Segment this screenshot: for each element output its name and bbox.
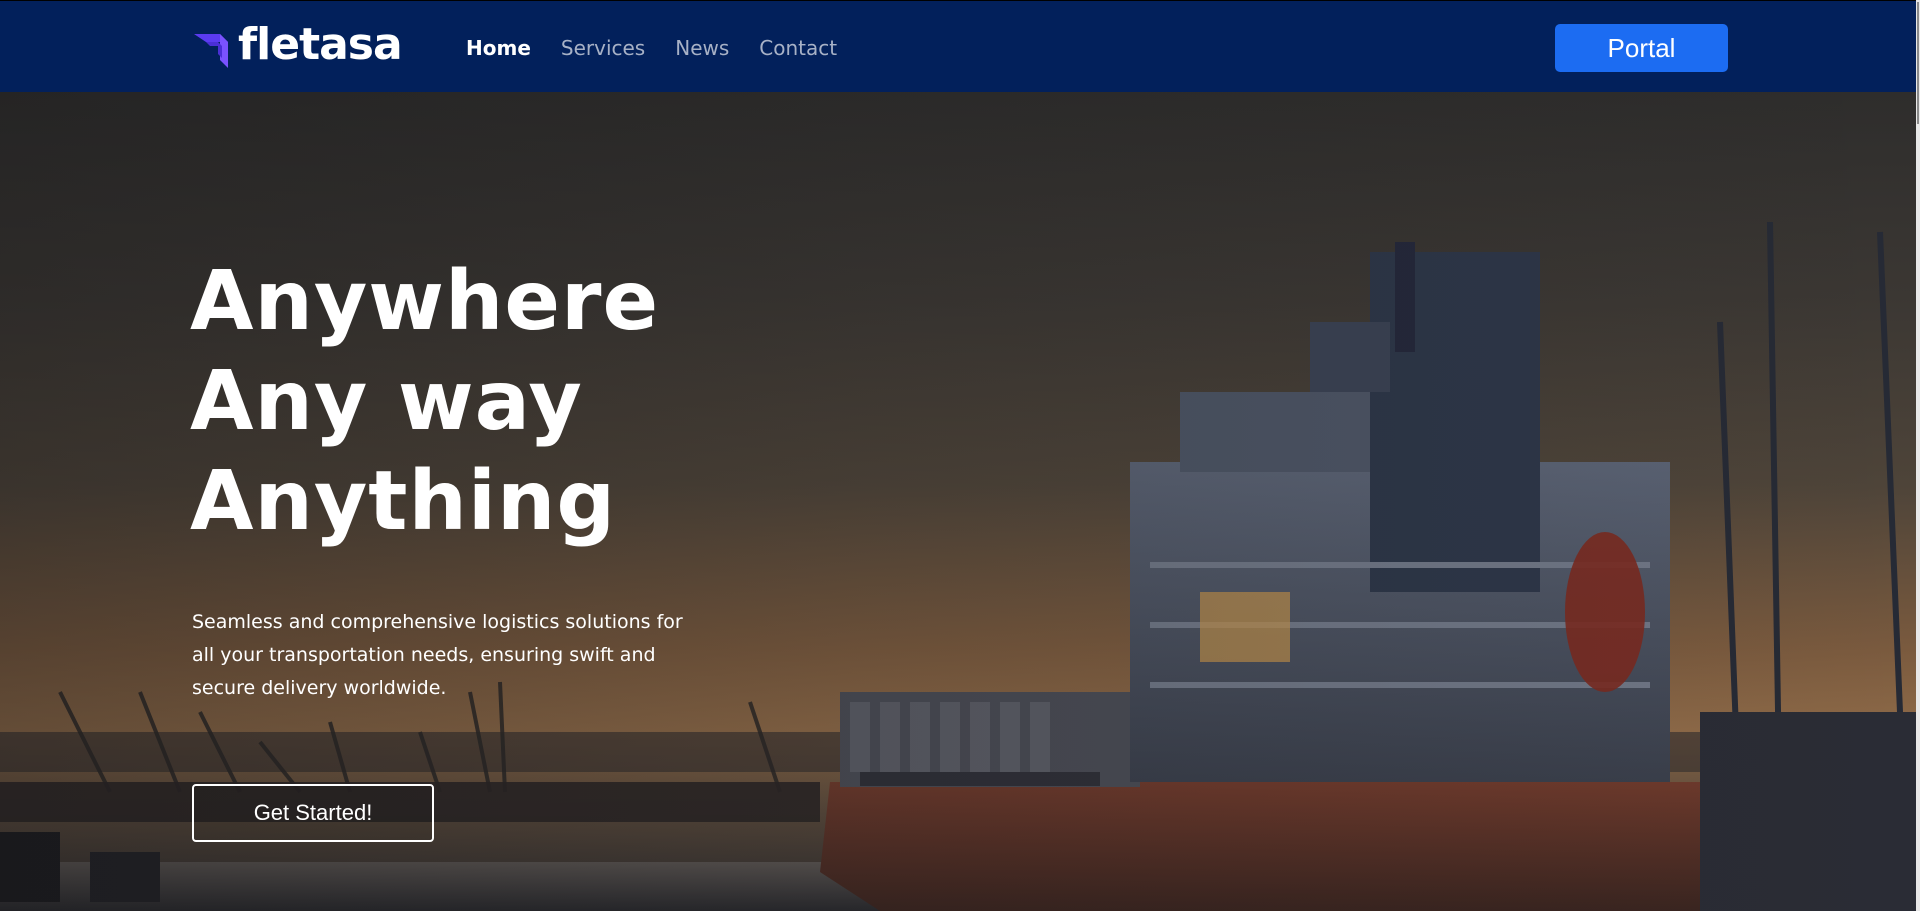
nav-item-contact[interactable]: Contact [759, 35, 837, 61]
hero-title: Anywhere Any way Anything [190, 252, 659, 552]
main-nav: Home Services News Contact [466, 35, 867, 61]
site-header: fletasa Home Services News Contact Porta… [0, 0, 1916, 92]
hero-section: Anywhere Any way Anything Seamless and c… [0, 92, 1920, 911]
hero-description: Seamless and comprehensive logistics sol… [192, 611, 683, 699]
scrollbar-thumb[interactable] [1917, 2, 1919, 124]
hero-title-line-2: Any way [190, 354, 583, 449]
logo-text: fletasa [238, 19, 403, 70]
hero-title-line-1: Anywhere [190, 254, 660, 349]
page-scrollbar[interactable] [1916, 0, 1920, 911]
page: fletasa Home Services News Contact Porta… [0, 0, 1920, 911]
nav-item-news[interactable]: News [675, 35, 729, 61]
nav-item-services[interactable]: Services [561, 35, 645, 61]
hero-title-line-3: Anything [190, 454, 617, 549]
get-started-button[interactable]: Get Started! [192, 784, 434, 842]
logo-link[interactable]: fletasa [192, 19, 403, 73]
portal-button[interactable]: Portal [1555, 24, 1728, 72]
fletasa-logo-icon [194, 34, 228, 68]
nav-item-home[interactable]: Home [466, 35, 531, 61]
